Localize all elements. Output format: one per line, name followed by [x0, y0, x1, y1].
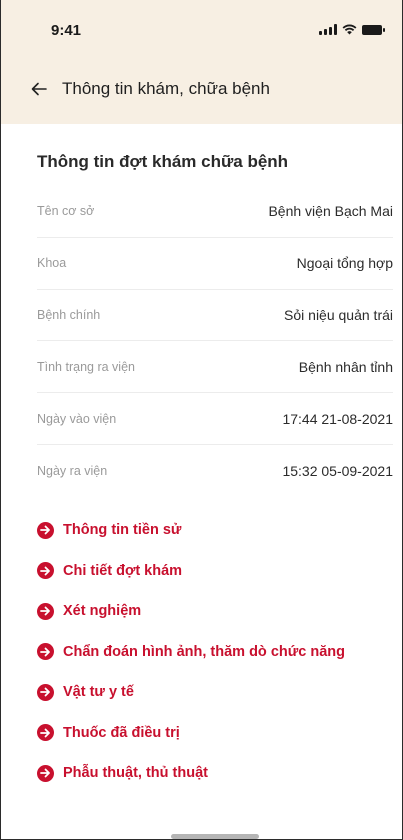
arrow-right-circle-icon: [37, 724, 54, 742]
link-lab-tests[interactable]: Xét nghiệm: [37, 591, 397, 632]
link-label: Chi tiết đợt khám: [63, 562, 183, 579]
info-value: 17:44 21-08-2021: [282, 410, 393, 427]
battery-icon: [362, 24, 385, 35]
back-button[interactable]: [27, 77, 51, 101]
section-title: Thông tin đợt khám chữa bệnh: [37, 152, 289, 171]
arrow-left-icon: [31, 82, 47, 96]
status-time: 9:41: [51, 22, 82, 39]
link-label: Thông tin tiền sử: [63, 522, 182, 539]
info-row-discharge-status: Tình trạng ra viện Bệnh nhân tỉnh: [37, 341, 393, 394]
app-screen: 9:41 Thông tin khám, chữa bệnh Thông tin…: [0, 0, 403, 840]
info-label: Bệnh chính: [37, 307, 101, 322]
home-indicator: [171, 834, 259, 839]
link-imaging[interactable]: Chẩn đoán hình ảnh, thăm dò chức năng: [37, 632, 397, 673]
info-label: Ngày ra viện: [37, 463, 108, 478]
signal-icon: [319, 24, 337, 35]
link-medications[interactable]: Thuốc đã điều trị: [37, 713, 397, 754]
arrow-right-circle-icon: [37, 602, 54, 620]
info-value: 15:32 05-09-2021: [282, 462, 393, 479]
info-list: Tên cơ sở Bệnh viện Bạch Mai Khoa Ngoại …: [37, 186, 393, 497]
info-value: Sỏi niệu quản trái: [284, 306, 393, 323]
link-visit-details[interactable]: Chi tiết đợt khám: [37, 551, 397, 592]
info-row-discharge-date: Ngày ra viện 15:32 05-09-2021: [37, 445, 393, 497]
link-label: Vật tư y tế: [63, 684, 134, 701]
info-label: Tên cơ sở: [37, 204, 95, 219]
info-label: Khoa: [37, 256, 67, 271]
info-row-facility: Tên cơ sở Bệnh viện Bạch Mai: [37, 186, 393, 238]
link-label: Chẩn đoán hình ảnh, thăm dò chức năng: [63, 643, 345, 660]
page-title: Thông tin khám, chữa bệnh: [62, 79, 270, 98]
arrow-right-circle-icon: [37, 643, 54, 661]
info-row-main-disease: Bệnh chính Sỏi niệu quản trái: [37, 290, 393, 342]
info-value: Bệnh viện Bạch Mai: [268, 203, 393, 220]
wifi-icon: [342, 24, 357, 35]
info-row-admission-date: Ngày vào viện 17:44 21-08-2021: [37, 393, 393, 445]
link-label: Thuốc đã điều trị: [63, 724, 180, 741]
status-icons: [319, 24, 385, 35]
link-label: Phẫu thuật, thủ thuật: [63, 765, 208, 782]
status-bar: 9:41: [1, 0, 402, 60]
info-value: Ngoại tổng hợp: [296, 255, 393, 272]
info-label: Tình trạng ra viện: [37, 359, 135, 374]
link-history-info[interactable]: Thông tin tiền sử: [37, 510, 397, 551]
arrow-right-circle-icon: [37, 562, 54, 580]
detail-link-list: Thông tin tiền sử Chi tiết đợt khám Xét …: [37, 510, 397, 794]
link-label: Xét nghiệm: [63, 603, 142, 620]
info-value: Bệnh nhân tỉnh: [298, 358, 393, 375]
info-row-department: Khoa Ngoại tổng hợp: [37, 238, 393, 290]
arrow-right-circle-icon: [37, 683, 54, 701]
navigation-bar: Thông tin khám, chữa bệnh: [1, 70, 402, 108]
arrow-right-circle-icon: [37, 764, 54, 782]
info-label: Ngày vào viện: [37, 411, 117, 426]
link-surgery-procedures[interactable]: Phẫu thuật, thủ thuật: [37, 753, 397, 794]
arrow-right-circle-icon: [37, 521, 54, 539]
link-medical-supplies[interactable]: Vật tư y tế: [37, 672, 397, 713]
